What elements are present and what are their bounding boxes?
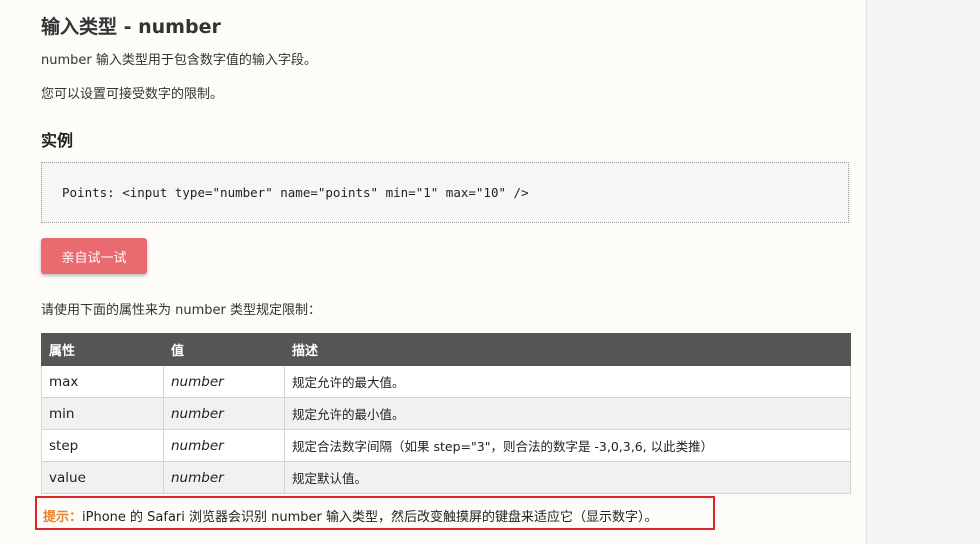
intro-paragraph-2: 您可以设置可接受数字的限制。: [41, 87, 224, 102]
cell-attr: step: [41, 429, 164, 462]
cell-desc: 规定合法数字间隔（如果 step="3"，则合法的数字是 -3,0,3,6, 以…: [284, 429, 851, 462]
cell-attr: min: [41, 397, 164, 430]
tip-text: iPhone 的 Safari 浏览器会识别 number 输入类型，然后改变触…: [82, 510, 658, 525]
cell-value: number: [163, 429, 285, 462]
page-title: 输入类型 - number: [41, 16, 221, 38]
table-row: min number 规定允许的最小值。: [41, 397, 851, 430]
tip-label: 提示：: [43, 510, 83, 525]
code-example: Points: <input type="number" name="point…: [62, 185, 529, 200]
cell-value: number: [163, 461, 285, 494]
example-heading: 实例: [41, 131, 74, 150]
tip-highlight-box: 提示：iPhone 的 Safari 浏览器会识别 number 输入类型，然后…: [35, 496, 715, 530]
header-attr: 属性: [41, 333, 164, 366]
try-it-button[interactable]: 亲自试一试: [41, 238, 147, 274]
cell-desc: 规定默认值。: [284, 461, 851, 494]
attributes-intro: 请使用下面的属性来为 number 类型规定限制：: [41, 303, 322, 318]
cell-attr: max: [41, 365, 164, 398]
header-desc: 描述: [284, 333, 851, 366]
header-value: 值: [163, 333, 285, 366]
table-header-row: 属性 值 描述: [41, 333, 851, 366]
table-row: value number 规定默认值。: [41, 461, 851, 494]
cell-value: number: [163, 397, 285, 430]
intro-paragraph-1: number 输入类型用于包含数字值的输入字段。: [41, 53, 317, 68]
attributes-table: 属性 值 描述 max number 规定允许的最大值。 min number …: [41, 333, 851, 494]
code-example-box: Points: <input type="number" name="point…: [41, 162, 849, 223]
tip-note: 提示：iPhone 的 Safari 浏览器会识别 number 输入类型，然后…: [43, 506, 658, 525]
cell-desc: 规定允许的最小值。: [284, 397, 851, 430]
table-row: max number 规定允许的最大值。: [41, 365, 851, 398]
cell-desc: 规定允许的最大值。: [284, 365, 851, 398]
cell-value: number: [163, 365, 285, 398]
cell-attr: value: [41, 461, 164, 494]
page-content: 输入类型 - number number 输入类型用于包含数字值的输入字段。 您…: [0, 0, 867, 544]
table-row: step number 规定合法数字间隔（如果 step="3"，则合法的数字是…: [41, 429, 851, 462]
